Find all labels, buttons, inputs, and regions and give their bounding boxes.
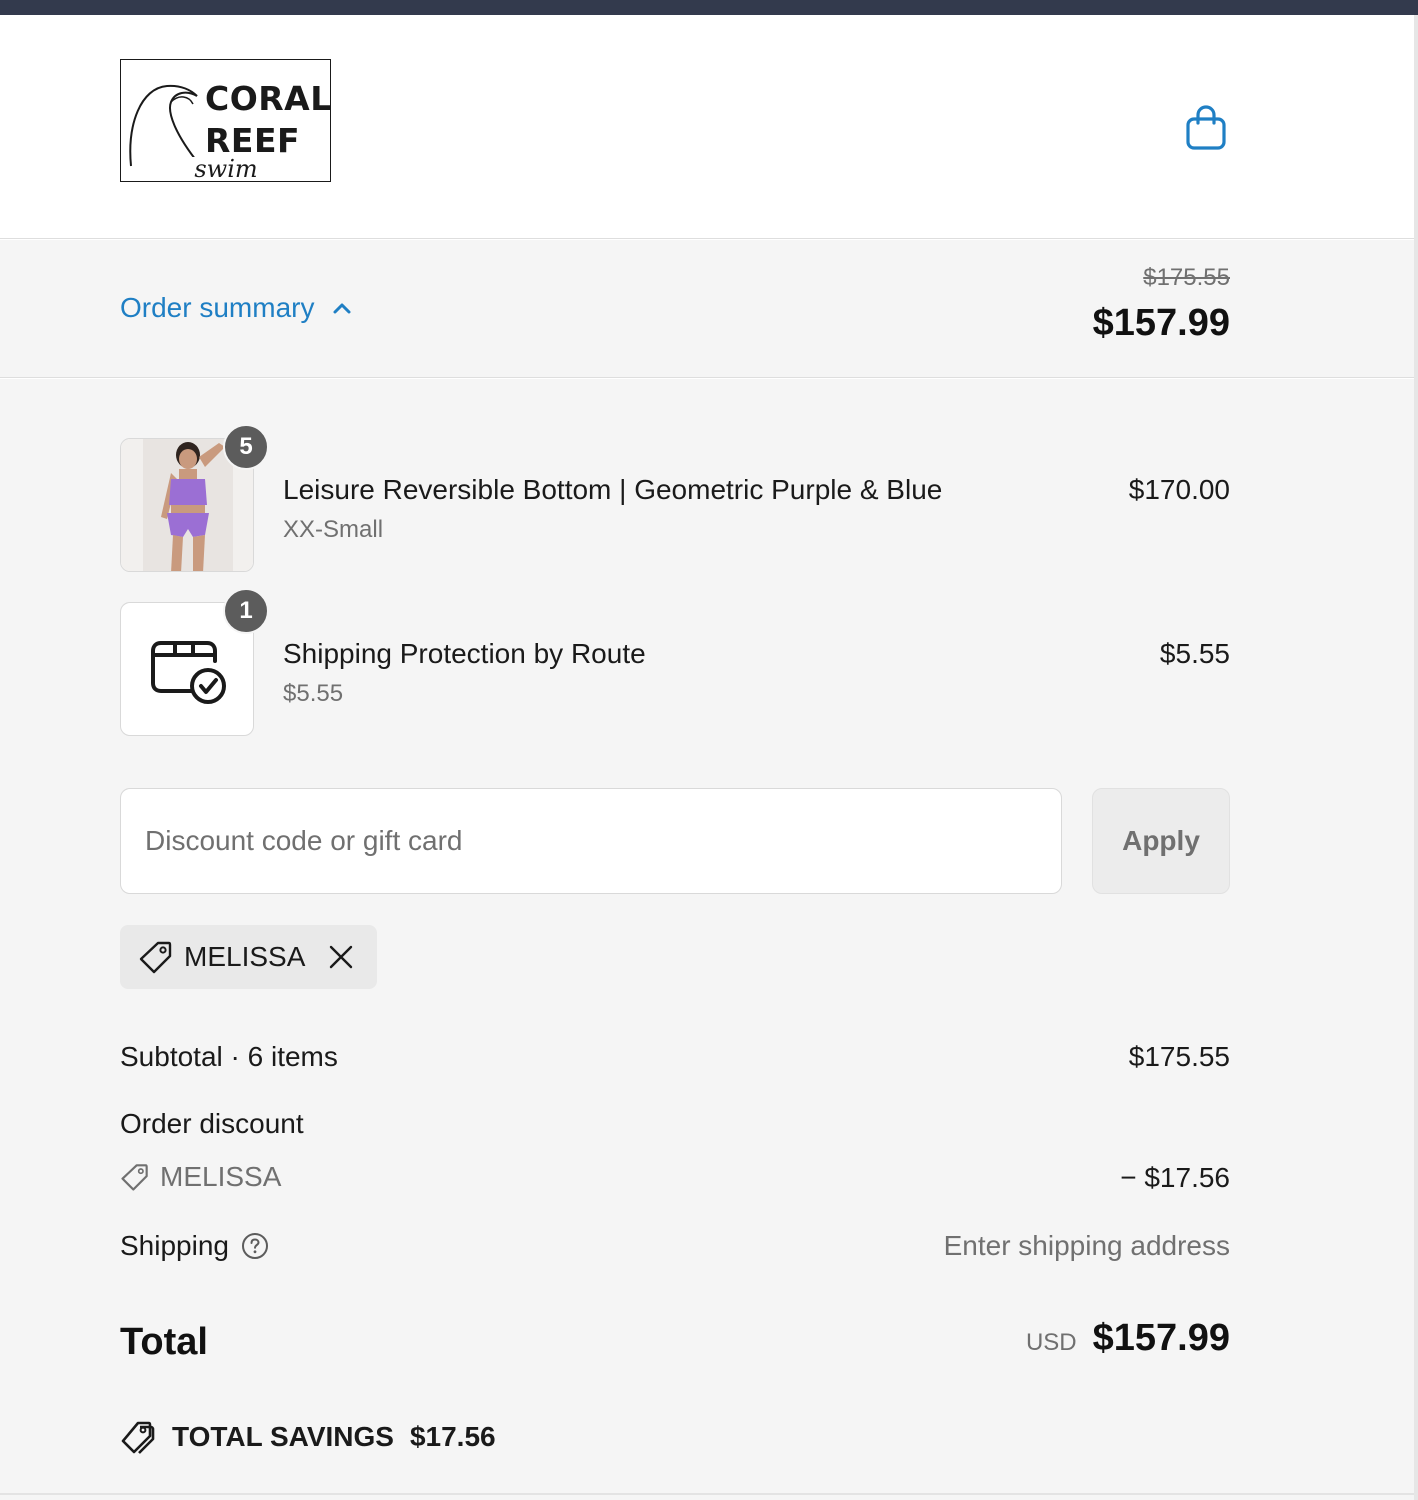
subtotal-label: Subtotal · 6 items	[120, 1041, 338, 1072]
order-summary-toggle[interactable]: Order summary	[120, 292, 352, 324]
line-item: 1 Shipping Protection by Route $5.55 $5.…	[120, 588, 1230, 736]
original-total: $175.55	[1143, 264, 1230, 291]
browser-top-bar	[0, 0, 1418, 15]
line-item-price: $5.55	[1159, 638, 1230, 669]
order-discount-label: Order discount	[120, 1108, 304, 1139]
site-header: CORAL REEF swim	[0, 15, 1414, 239]
order-summary-bar: Order summary $175.55 $157.99	[0, 240, 1414, 378]
applied-discount-tag: MELISSA	[120, 925, 378, 989]
total-savings: TOTAL SAVINGS $17.56	[120, 1419, 496, 1455]
order-discount-value: − $17.56	[1120, 1162, 1230, 1193]
subtotal-value: $175.55	[1128, 1041, 1230, 1072]
order-discount-code-line: MELISSA	[120, 1161, 281, 1193]
savings-value: $17.56	[409, 1421, 496, 1452]
total-label: Total	[120, 1321, 208, 1363]
shipping-label: Shipping	[120, 1230, 229, 1261]
discounted-total: $157.99	[1092, 302, 1230, 344]
subtotal-row: Subtotal · 6 items $175.55	[120, 1041, 1230, 1073]
apply-discount-button[interactable]: Apply	[1092, 788, 1230, 894]
section-divider	[0, 1493, 1414, 1495]
discount-code-input[interactable]	[120, 788, 1062, 894]
logo-text-reef: REEF	[205, 121, 301, 160]
discount-form: Apply	[120, 788, 1230, 894]
scrollbar-track[interactable]	[1414, 15, 1418, 1500]
close-icon	[330, 945, 353, 969]
order-summary-label: Order summary	[120, 292, 315, 323]
logo-text-coral: CORAL	[205, 79, 332, 118]
savings-tag-icon	[121, 1421, 155, 1454]
order-discount-row: Order discount	[120, 1108, 1230, 1140]
quantity-badge: 1	[223, 588, 269, 634]
summary-prices: $175.55 $157.99	[1093, 264, 1230, 345]
line-item-price: $170.00	[1128, 474, 1230, 505]
line-item-variant: XX-Small	[283, 516, 384, 543]
tag-icon	[121, 1164, 148, 1191]
line-item-title: Shipping Protection by Route	[283, 638, 646, 669]
tag-icon	[139, 941, 172, 974]
logo-text-swim: swim	[171, 157, 281, 181]
currency-code: USD	[1025, 1329, 1077, 1356]
shipping-value: Enter shipping address	[943, 1230, 1230, 1261]
grand-total-row: Total USD $157.99	[120, 1317, 1230, 1377]
grand-total-value: $157.99	[1092, 1317, 1230, 1359]
shipping-row: Shipping Enter shipping address	[120, 1230, 1230, 1262]
total-value-group: USD $157.99	[1026, 1317, 1230, 1360]
remove-discount-button[interactable]	[325, 941, 357, 973]
cart-button[interactable]	[1183, 103, 1229, 153]
help-circle-icon[interactable]	[241, 1232, 269, 1260]
chevron-up-icon	[333, 303, 351, 314]
order-details: 5 Leisure Reversible Bottom | Geometric …	[0, 379, 1414, 1500]
line-item-title: Leisure Reversible Bottom | Geometric Pu…	[283, 474, 943, 505]
order-discount-code: MELISSA	[160, 1161, 282, 1192]
shopping-bag-icon	[1186, 105, 1226, 150]
line-item: 5 Leisure Reversible Bottom | Geometric …	[120, 424, 1230, 572]
savings-label: TOTAL SAVINGS	[172, 1421, 394, 1452]
coral-reef-swim-logo[interactable]: CORAL REEF swim	[120, 59, 331, 182]
applied-discount-code: MELISSA	[184, 941, 306, 972]
quantity-badge: 5	[223, 424, 269, 470]
line-item-variant: $5.55	[283, 680, 344, 707]
